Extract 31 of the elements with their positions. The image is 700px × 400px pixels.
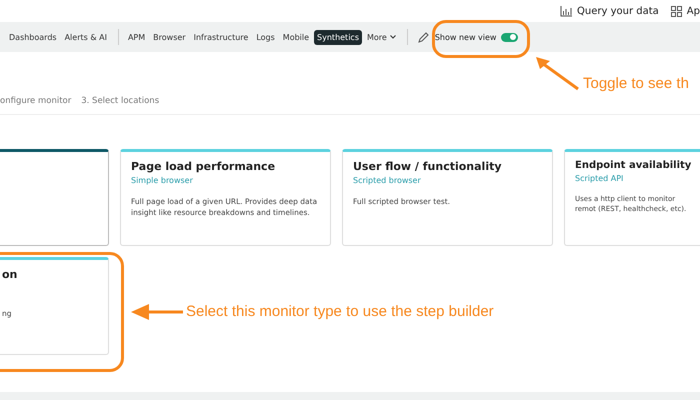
nav-tab[interactable]: Infrastructure [190, 30, 252, 44]
nav-tab[interactable]: Dashboards [6, 30, 60, 44]
card-title: Page load performance [131, 160, 276, 173]
nav-tab[interactable]: Logs [253, 30, 278, 44]
nav-tab[interactable]: Alerts & AI [62, 30, 110, 44]
pencil-icon[interactable] [418, 32, 429, 42]
card-title: on [2, 268, 18, 281]
card-title: User flow / functionality [353, 160, 502, 173]
card-title: Endpoint availability [575, 160, 692, 171]
new-view-toggle[interactable] [501, 32, 518, 42]
bar-chart-icon [560, 6, 572, 16]
card-subtitle: Scripted browser [353, 176, 421, 185]
arrow-icon [131, 303, 183, 321]
caret-icon [390, 35, 396, 39]
nav-tab[interactable]: Mobile [280, 30, 312, 44]
grid-icon [670, 6, 682, 16]
annotation-text: Select this monitor type to use the step builder [186, 303, 494, 320]
card-subtitle: Scripted API [575, 174, 624, 183]
apps-link[interactable]: Ap [686, 6, 700, 16]
step-label[interactable]: onfigure monitor [0, 96, 72, 108]
card-subtitle: Simple browser [131, 176, 193, 185]
new-view-label: Show new view [434, 32, 496, 42]
nav-tab[interactable]: Synthetics [314, 30, 362, 44]
nav-tab[interactable]: APM [124, 30, 148, 44]
annotation-text: Toggle to see th [583, 75, 689, 92]
monitor-type-card[interactable] [0, 149, 109, 246]
step-label[interactable]: 3. Select locations [81, 96, 160, 108]
nav-tab[interactable]: More [364, 30, 399, 44]
nav-tab[interactable]: Browser [150, 30, 189, 44]
query-link[interactable]: Query your data [577, 6, 659, 16]
arrow-icon [534, 55, 580, 91]
